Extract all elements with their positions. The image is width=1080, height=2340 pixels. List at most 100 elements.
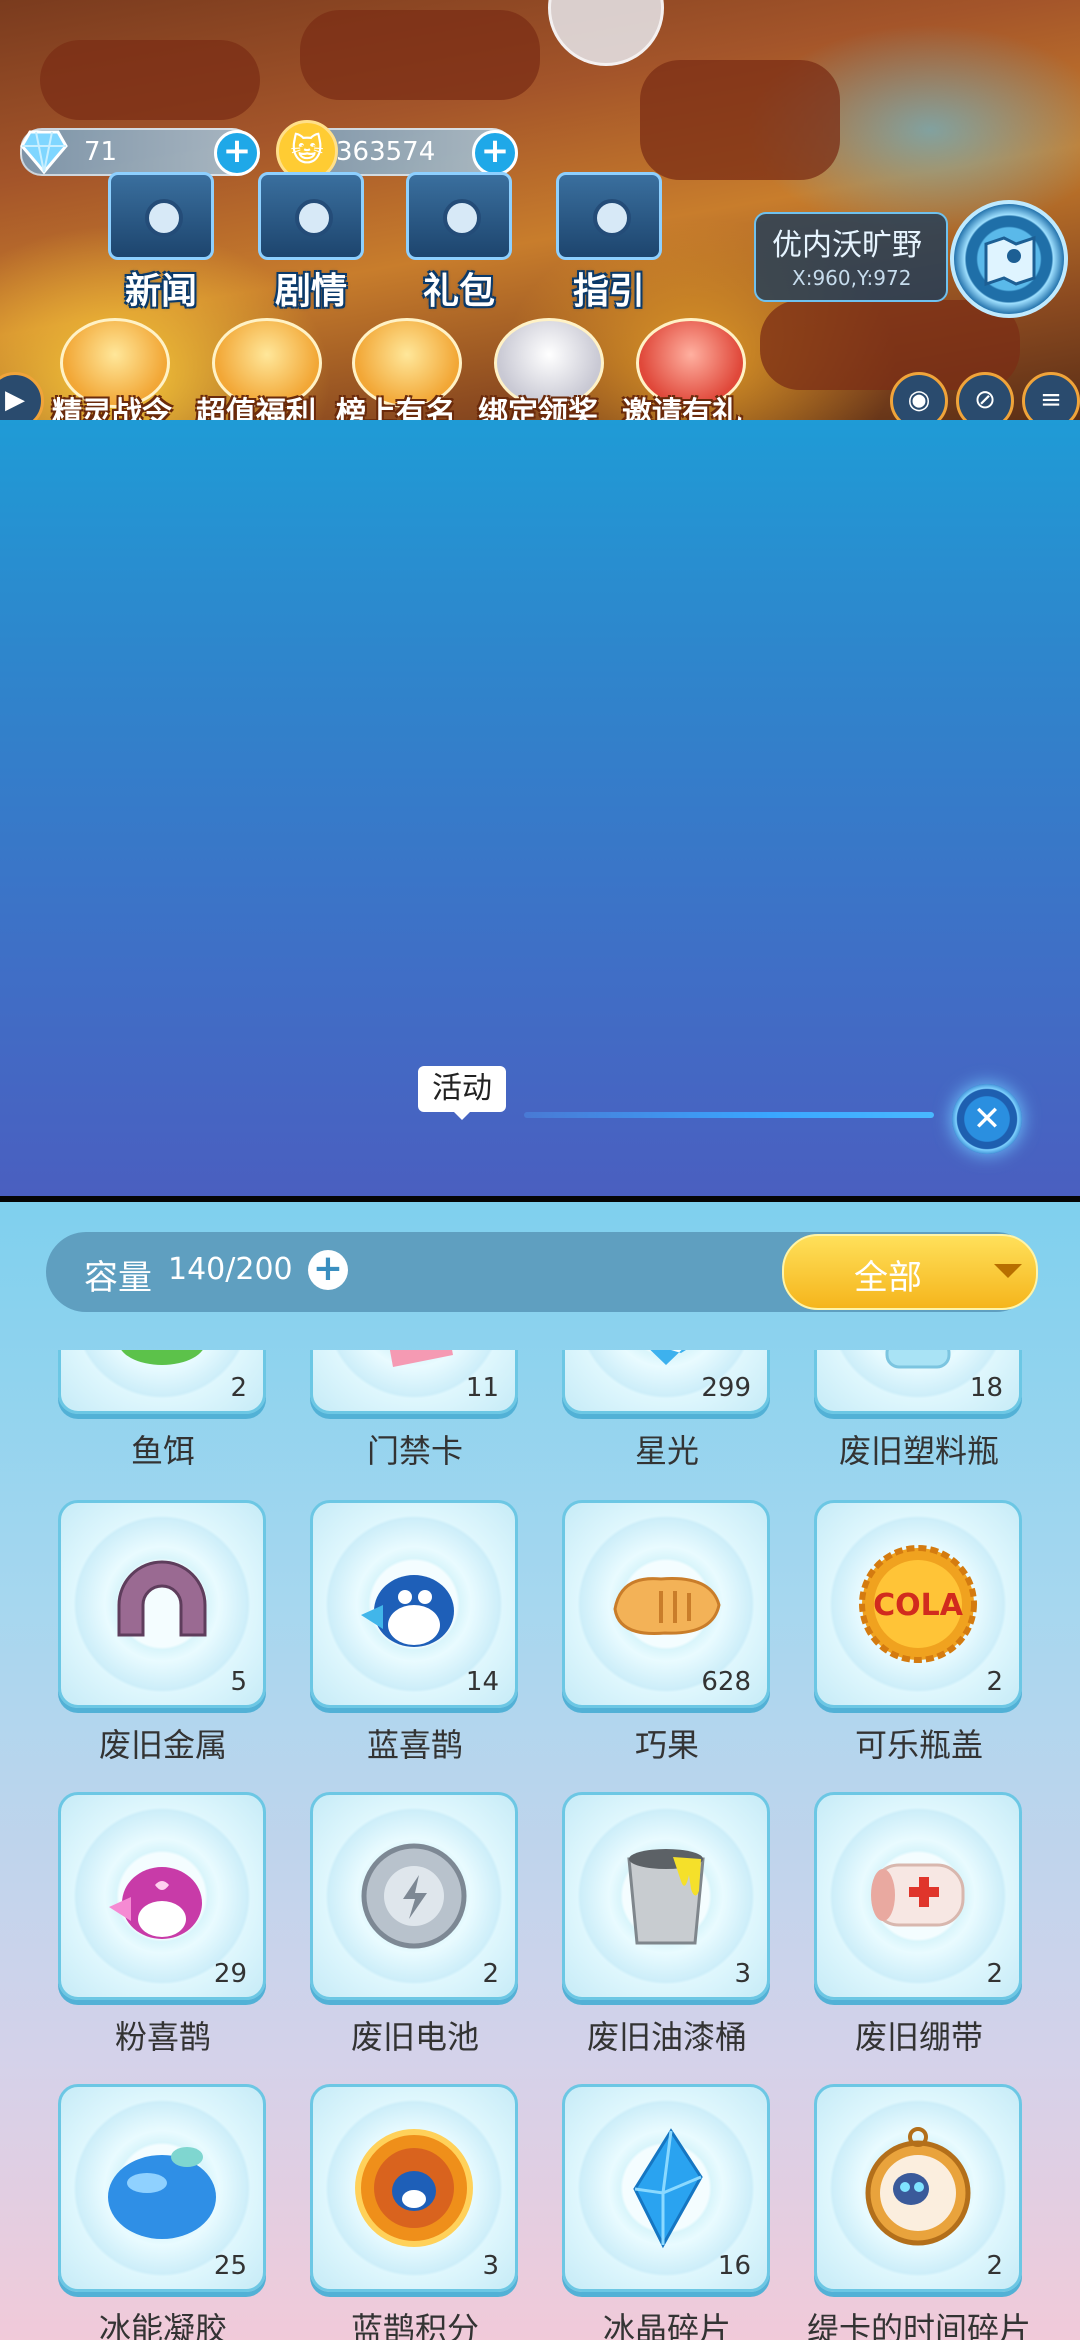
item-count: 628 (701, 1667, 751, 1697)
magnet-metal-icon (117, 1560, 207, 1637)
leaderboard-label[interactable]: 榜上有名 (336, 388, 456, 420)
welfare-label[interactable]: 超值福利 (196, 388, 316, 420)
item-tile[interactable]: 25 (58, 2084, 266, 2292)
expand-capacity-button[interactable]: + (308, 1250, 348, 1290)
item-name: 星光 (634, 1432, 699, 1470)
gift-pack-label: 礼包 (422, 271, 495, 312)
item-cell[interactable]: 3 废旧油漆桶 (562, 1792, 772, 2082)
item-cell[interactable]: 2 废旧绷带 (814, 1792, 1024, 2082)
bind-reward-label[interactable]: 绑定领奖 (478, 388, 598, 420)
item-tile[interactable]: 14 (310, 1500, 518, 1708)
location-coordinates: X:960,Y:972 (792, 266, 912, 290)
item-cell[interactable]: 18 废旧塑料瓶 (814, 1350, 1024, 1496)
item-tile[interactable]: 2 (58, 1350, 266, 1414)
background-rock (640, 60, 840, 180)
ice-gel-icon (108, 2147, 216, 2239)
activity-tab[interactable]: 活动 (418, 1066, 506, 1120)
bandage-icon (871, 1863, 965, 1927)
item-tile[interactable]: 2 (814, 2084, 1022, 2292)
filter-dropdown[interactable]: 全部 (782, 1234, 1038, 1310)
item-tile[interactable]: 2 (814, 1792, 1022, 2000)
activity-banner (0, 420, 1080, 1196)
blue-magpie-icon (361, 1575, 454, 1647)
item-name: 鱼饵 (130, 1432, 195, 1470)
item-cell[interactable]: 3 蓝鹊积分 (310, 2084, 520, 2340)
item-cell[interactable]: COLA 2 可乐瓶盖 (814, 1500, 1024, 1790)
item-cell[interactable]: 11 门禁卡 (310, 1350, 520, 1496)
item-count: 14 (465, 1667, 499, 1697)
item-tile[interactable]: 5 (58, 1500, 266, 1708)
cola-text: COLA (873, 1588, 964, 1623)
item-cell[interactable]: 29 粉喜鹊 (58, 1792, 268, 2082)
add-coins-button[interactable]: + (472, 130, 518, 176)
gift-pack-icon (406, 172, 512, 260)
map-icon (984, 235, 1036, 287)
item-tile[interactable]: 299 (562, 1350, 770, 1414)
item-tile[interactable]: 3 (562, 1792, 770, 2000)
item-grid[interactable]: 2 鱼饵 11 门禁卡 299 星光 18 废旧塑料瓶 5 废旧金属 14 蓝喜… (0, 1350, 1080, 2340)
plastic-bottle-icon (885, 1350, 951, 1369)
menu-list-icon[interactable]: ≡ (1022, 372, 1080, 420)
guide-label: 指引 (572, 271, 645, 312)
game-hud: 71 + 😺 363574 + 新闻 剧情 礼包 指引 优内沃旷野 X:960,… (0, 0, 1080, 420)
item-tile[interactable]: 2 (310, 1792, 518, 2000)
top-center-button[interactable] (548, 0, 664, 66)
item-name: 门禁卡 (366, 1432, 463, 1470)
item-tile[interactable]: 16 (562, 2084, 770, 2292)
item-count: 2 (986, 1667, 1003, 1697)
story-button[interactable]: 剧情 (246, 172, 376, 314)
item-tile[interactable]: 628 (562, 1500, 770, 1708)
access-card-icon (389, 1350, 453, 1367)
item-name: 冰能凝胶 (98, 2310, 227, 2340)
add-diamonds-button[interactable]: + (214, 130, 260, 176)
item-count: 29 (213, 1959, 247, 1989)
item-count: 5 (230, 1667, 247, 1697)
bait-icon (121, 1350, 203, 1365)
item-cell[interactable]: 628 巧果 (562, 1500, 772, 1790)
invite-label[interactable]: 邀请有礼 (622, 388, 742, 420)
news-label: 新闻 (124, 271, 197, 312)
story-label: 剧情 (274, 271, 347, 312)
item-name: 废旧油漆桶 (586, 2018, 747, 2056)
cola-cap-icon: COLA (859, 1545, 977, 1663)
item-tile[interactable]: 29 (58, 1792, 266, 2000)
guide-button[interactable]: 指引 (544, 172, 674, 314)
item-cell[interactable]: 2 鱼饵 (58, 1350, 268, 1496)
item-name: 巧果 (634, 1726, 699, 1764)
battle-pass-label[interactable]: 精灵战令 (52, 388, 172, 420)
item-count: 2 (230, 1373, 247, 1403)
item-tile[interactable]: COLA 2 (814, 1500, 1022, 1708)
gift-pack-button[interactable]: 礼包 (394, 172, 524, 314)
item-cell[interactable]: 2 缇卡的时间碎片 (807, 2084, 1031, 2340)
coin-count: 363574 (336, 137, 436, 167)
item-tile[interactable]: 18 (814, 1350, 1022, 1414)
play-icon[interactable]: ▶ (0, 372, 44, 420)
item-name: 废旧电池 (350, 2018, 479, 2056)
item-cell[interactable]: 16 冰晶碎片 (562, 2084, 772, 2340)
item-cell[interactable]: 25 冰能凝胶 (58, 2084, 268, 2340)
qiaoguo-cookie-icon (613, 1577, 721, 1635)
item-cell[interactable]: 5 废旧金属 (58, 1500, 268, 1790)
close-button[interactable]: ✕ (952, 1084, 1022, 1154)
item-count: 2 (986, 1959, 1003, 1989)
item-name: 废旧金属 (98, 1726, 227, 1764)
item-cell[interactable]: 299 星光 (562, 1350, 772, 1496)
location-name: 优内沃旷野 (772, 228, 922, 263)
background-rock (300, 10, 540, 100)
paint-bucket-icon (627, 1849, 705, 1945)
item-name: 可乐瓶盖 (854, 1726, 983, 1764)
item-count: 25 (213, 2251, 247, 2281)
diamond-count: 71 (84, 137, 118, 167)
news-button[interactable]: 新闻 (96, 172, 226, 314)
item-count: 11 (465, 1373, 499, 1403)
item-name: 缇卡的时间碎片 (806, 2310, 1031, 2340)
item-tile[interactable]: 3 (310, 2084, 518, 2292)
item-tile[interactable]: 11 (310, 1350, 518, 1414)
story-icon (258, 172, 364, 260)
item-cell[interactable]: 14 蓝喜鹊 (310, 1500, 520, 1790)
banner-indicator-line (524, 1112, 934, 1118)
guide-icon (556, 172, 662, 260)
news-icon (108, 172, 214, 260)
item-cell[interactable]: 2 废旧电池 (310, 1792, 520, 2082)
map-button[interactable] (950, 200, 1068, 318)
